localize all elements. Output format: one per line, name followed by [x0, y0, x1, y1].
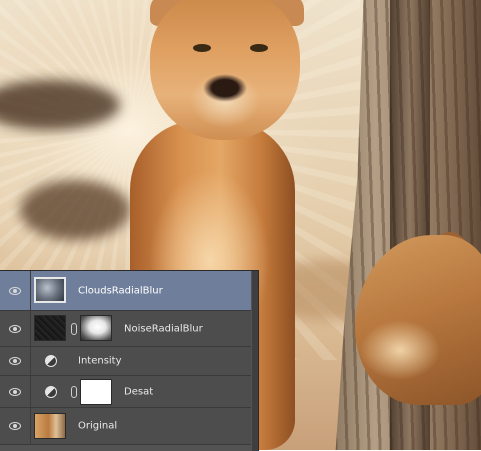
visibility-toggle[interactable] — [0, 347, 31, 375]
adjustment-layer-icon[interactable] — [42, 383, 60, 400]
eye-icon[interactable] — [9, 286, 21, 295]
eye-icon[interactable] — [9, 422, 21, 430]
layer-name[interactable]: NoiseRadialBlur — [124, 323, 203, 334]
blurred-tree-left-2 — [20, 180, 130, 240]
layer-name[interactable]: CloudsRadialBlur — [78, 285, 163, 296]
lioness-head — [150, 0, 300, 140]
eye-icon[interactable] — [9, 324, 21, 333]
visibility-toggle[interactable] — [0, 271, 31, 310]
layer-row-cloudsradialblur[interactable]: CloudsRadialBlur — [0, 271, 251, 311]
mask-link-icon[interactable] — [71, 323, 77, 335]
photo-thumbnail[interactable] — [34, 413, 66, 439]
layer-row-noiseradialblur[interactable]: NoiseRadialBlur — [0, 311, 251, 347]
layer-mask-thumbnail[interactable] — [80, 315, 112, 341]
visibility-toggle[interactable] — [0, 311, 31, 346]
layer-name[interactable]: Intensity — [78, 356, 122, 367]
layer-row-original[interactable]: Original — [0, 408, 251, 445]
lioness-left-eye — [193, 44, 211, 52]
noise-thumbnail[interactable] — [34, 315, 66, 341]
visibility-toggle[interactable] — [0, 376, 31, 407]
eye-icon[interactable] — [9, 357, 21, 365]
layer-name[interactable]: Desat — [124, 386, 153, 397]
eye-icon[interactable] — [9, 387, 21, 396]
lioness-right-eye — [250, 44, 268, 52]
layer-row-intensity[interactable]: Intensity — [0, 347, 251, 376]
mask-link-icon[interactable] — [71, 386, 77, 398]
layers-scrollbar[interactable] — [252, 271, 258, 451]
layer-mask-thumbnail[interactable] — [80, 379, 112, 405]
layers-panel: CloudsRadialBlur NoiseRadialBlur Intensi… — [0, 270, 259, 451]
clouds-thumbnail[interactable] — [34, 277, 66, 303]
layer-row-desat[interactable]: Desat — [0, 376, 251, 408]
layer-name[interactable]: Original — [78, 421, 117, 432]
adjustment-layer-icon[interactable] — [42, 352, 60, 370]
visibility-toggle[interactable] — [0, 408, 31, 444]
